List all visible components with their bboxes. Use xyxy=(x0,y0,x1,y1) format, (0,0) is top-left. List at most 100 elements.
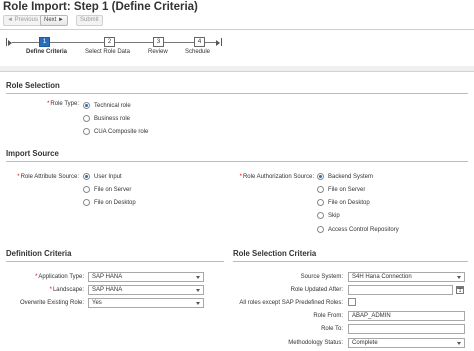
role-selection-criteria-rule xyxy=(233,261,468,262)
previous-button[interactable]: ◄ Previous xyxy=(3,15,42,26)
authorization-option-label: Backend System xyxy=(328,173,374,180)
all-roles-except-label: All roles except SAP Predefined Roles: xyxy=(239,300,343,306)
landscape-label-text: Landscape: xyxy=(52,287,84,293)
role-attribute-source-label-text: Role Attribute Source: xyxy=(20,174,79,180)
overwrite-existing-role-label: Overwrite Existing Role: xyxy=(19,300,84,306)
role-authorization-source-label: *Role Authorization Source: xyxy=(220,174,314,180)
roadmap-step-2-label[interactable]: Select Role Data xyxy=(85,49,130,55)
attribute-option-label: File on Desktop xyxy=(94,199,136,206)
role-type-option-cua[interactable]: CUA Composite role xyxy=(83,127,148,136)
methodology-status-select[interactable]: Complete xyxy=(348,338,465,348)
radio-unselected-icon[interactable] xyxy=(317,199,324,206)
radio-unselected-icon[interactable] xyxy=(83,128,90,135)
chevron-down-icon[interactable] xyxy=(196,289,200,292)
page-title: Role Import: Step 1 (Define Criteria) xyxy=(3,1,198,13)
chevron-down-icon[interactable] xyxy=(457,342,461,345)
required-marker: * xyxy=(17,174,20,180)
application-type-label-text: Application Type: xyxy=(38,274,84,280)
role-updated-after-input[interactable] xyxy=(348,285,453,295)
radio-unselected-icon[interactable] xyxy=(83,115,90,122)
submit-button[interactable]: Submit xyxy=(76,15,103,26)
role-type-option-business[interactable]: Business role xyxy=(83,114,130,123)
landscape-select[interactable]: SAP HANA xyxy=(88,285,204,295)
attribute-option-file-desktop[interactable]: File on Desktop xyxy=(83,198,136,207)
role-selection-criteria-title: Role Selection Criteria xyxy=(233,249,317,258)
role-type-option-label: Technical role xyxy=(94,102,131,109)
attribute-option-file-server[interactable]: File on Server xyxy=(83,185,131,194)
role-selection-rule xyxy=(6,93,468,94)
import-source-rule xyxy=(6,161,468,162)
authorization-option-label: Skip xyxy=(328,212,340,219)
roadmap-start-marker xyxy=(6,38,7,46)
radio-unselected-icon[interactable] xyxy=(83,199,90,206)
role-from-label: Role From: xyxy=(313,313,343,319)
authorization-option-label: Access Control Repository xyxy=(328,226,399,233)
landscape-value: SAP HANA xyxy=(92,287,123,293)
role-type-label: *Role Type: xyxy=(6,101,79,107)
role-attribute-source-label: *Role Attribute Source: xyxy=(6,174,79,180)
all-roles-except-checkbox[interactable] xyxy=(348,298,356,306)
radio-selected-icon[interactable] xyxy=(83,102,90,109)
overwrite-existing-role-select[interactable]: Yes xyxy=(88,298,204,308)
roadmap-step-2[interactable]: 2 xyxy=(104,37,115,47)
roadmap-step-1[interactable]: 1 xyxy=(39,37,50,47)
roadmap-step-3[interactable]: 3 xyxy=(153,37,164,47)
application-type-value: SAP HANA xyxy=(92,274,123,280)
role-selection-title: Role Selection xyxy=(6,81,60,90)
application-type-label: *Application Type: xyxy=(6,274,84,280)
required-marker: * xyxy=(49,287,52,293)
authorization-option-backend[interactable]: Backend System xyxy=(317,172,373,181)
role-type-label-text: Role Type: xyxy=(50,101,79,107)
role-to-label: Role To: xyxy=(321,326,343,332)
radio-selected-icon[interactable] xyxy=(83,173,90,180)
section-separator-line xyxy=(0,71,474,72)
methodology-status-value: Complete xyxy=(352,340,378,346)
landscape-label: *Landscape: xyxy=(6,287,84,293)
required-marker: * xyxy=(239,174,242,180)
authorization-option-file-desktop[interactable]: File on Desktop xyxy=(317,198,370,207)
role-updated-after-label: Role Updated After: xyxy=(290,287,343,293)
roadmap-step-4[interactable]: 4 xyxy=(194,37,205,47)
role-type-option-label: Business role xyxy=(94,115,131,122)
roadmap-end-marker xyxy=(221,38,222,46)
source-system-value: S4H Hana Connection xyxy=(352,274,412,280)
calendar-glyph: 1 xyxy=(458,288,462,294)
authorization-option-acr[interactable]: Access Control Repository xyxy=(317,225,399,234)
radio-unselected-icon[interactable] xyxy=(83,186,90,193)
authorization-option-label: File on Desktop xyxy=(328,199,370,206)
role-type-option-technical[interactable]: Technical role xyxy=(83,101,131,110)
radio-unselected-icon[interactable] xyxy=(317,226,324,233)
attribute-option-user-input[interactable]: User Input xyxy=(83,172,122,181)
radio-selected-icon[interactable] xyxy=(317,173,324,180)
role-from-input[interactable]: ABAP_ADMIN xyxy=(348,311,465,321)
next-button[interactable]: Next ► xyxy=(40,15,68,26)
authorization-option-file-server[interactable]: File on Server xyxy=(317,185,365,194)
attribute-option-label: User Input xyxy=(94,173,122,180)
role-authorization-source-label-text: Role Authorization Source: xyxy=(242,174,314,180)
roadmap-step-1-label[interactable]: Define Criteria xyxy=(26,49,67,55)
roadmap-step-4-label[interactable]: Schedule xyxy=(185,49,210,55)
definition-criteria-rule xyxy=(6,261,224,262)
roadmap-step-3-label[interactable]: Review xyxy=(148,49,168,55)
radio-unselected-icon[interactable] xyxy=(317,212,324,219)
role-to-input[interactable] xyxy=(348,324,465,334)
chevron-down-icon[interactable] xyxy=(196,302,200,305)
source-system-select[interactable]: S4H Hana Connection xyxy=(348,272,465,282)
chevron-down-icon[interactable] xyxy=(196,276,200,279)
toolbar-divider xyxy=(0,29,474,30)
calendar-icon[interactable]: 1 xyxy=(456,286,464,294)
authorization-option-label: File on Server xyxy=(328,186,366,193)
source-system-label: Source System: xyxy=(300,274,343,280)
roadmap-start-arrow-icon xyxy=(8,40,12,46)
import-source-title: Import Source xyxy=(6,149,59,158)
roadmap-end-arrow-icon xyxy=(216,40,220,46)
attribute-option-label: File on Server xyxy=(94,186,132,193)
chevron-down-icon[interactable] xyxy=(457,276,461,279)
authorization-option-skip[interactable]: Skip xyxy=(317,211,340,220)
role-type-option-label: CUA Composite role xyxy=(94,128,149,135)
overwrite-existing-role-value: Yes xyxy=(92,300,102,306)
methodology-status-label: Methodology Status: xyxy=(288,340,343,346)
definition-criteria-title: Definition Criteria xyxy=(6,249,72,258)
application-type-select[interactable]: SAP HANA xyxy=(88,272,204,282)
radio-unselected-icon[interactable] xyxy=(317,186,324,193)
